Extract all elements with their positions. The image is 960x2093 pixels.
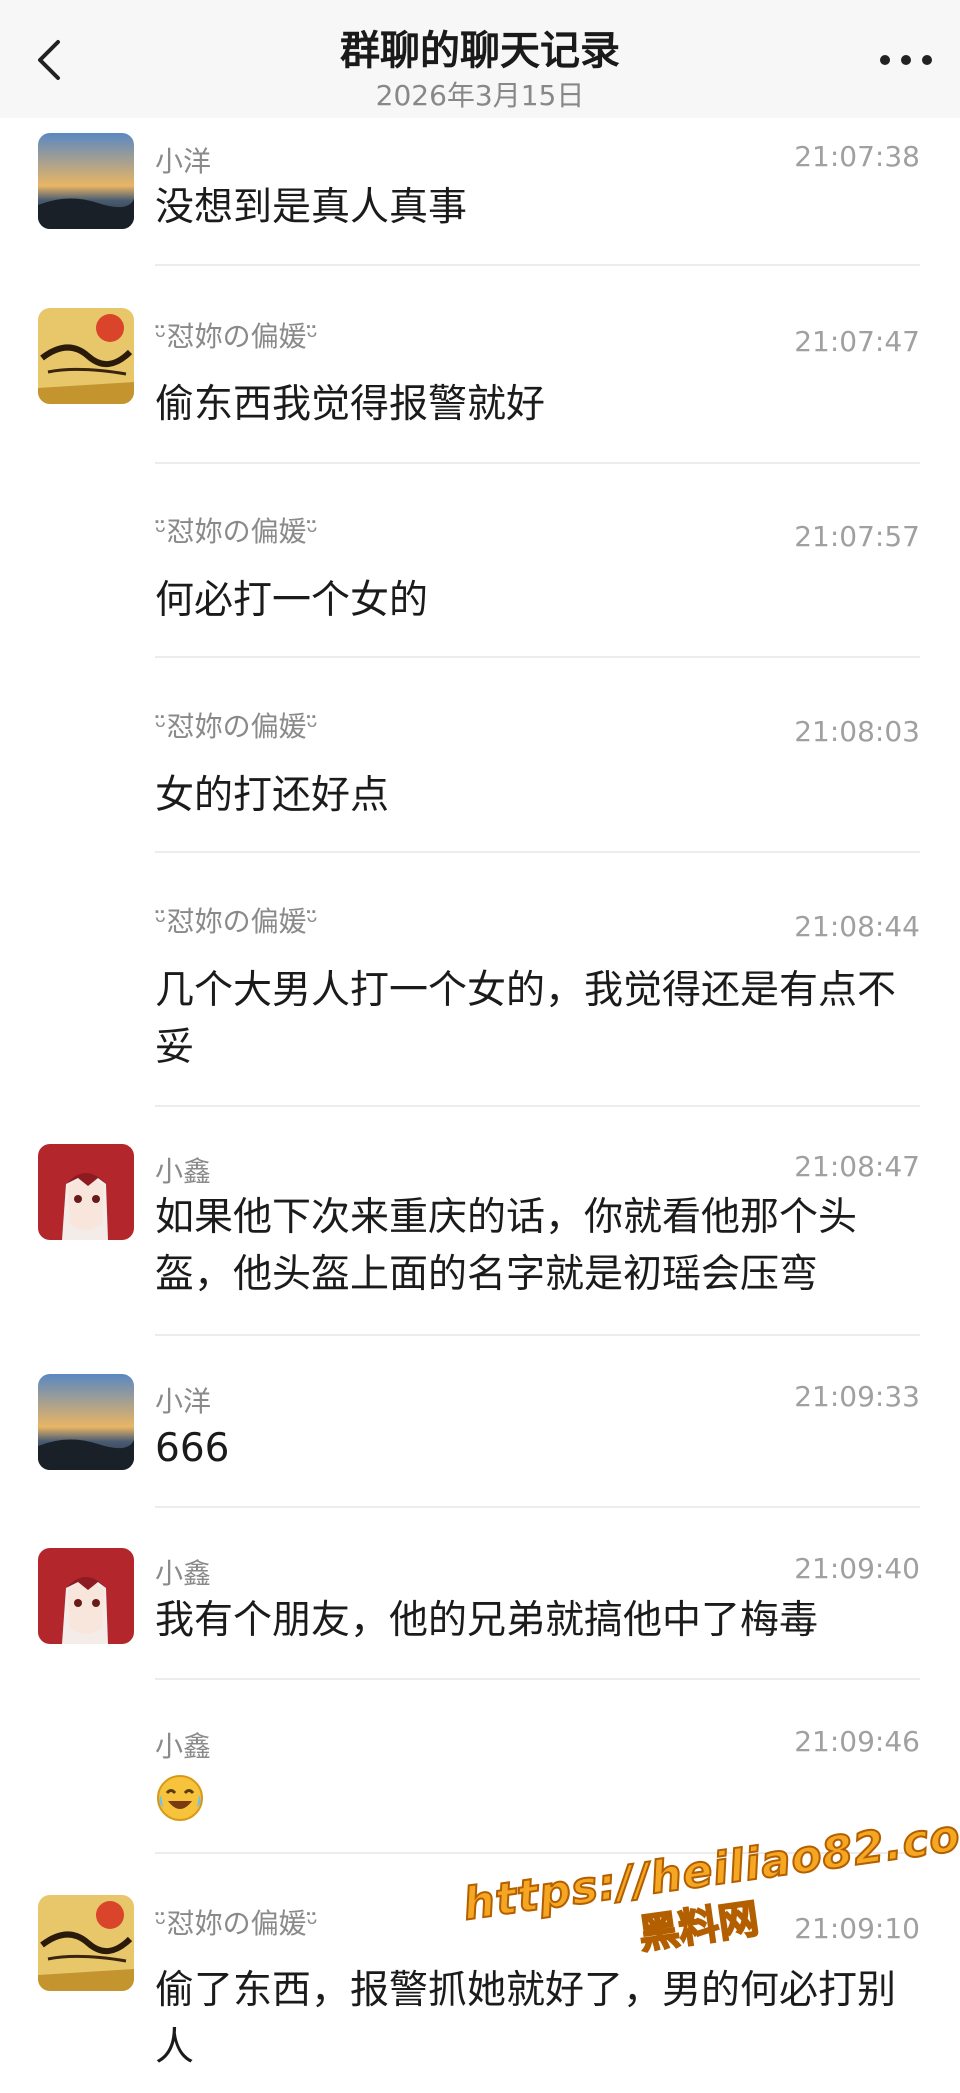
message-time: 21:08:03 xyxy=(794,715,920,748)
message-sender: ᵕ̈怼妳の偏媛ᵕ̈ xyxy=(155,710,319,743)
message-sender: 小鑫 xyxy=(155,1557,212,1590)
avatar-xiaoxin[interactable] xyxy=(38,1144,134,1240)
message-sender: 小洋 xyxy=(155,145,212,178)
avatar-duinipianyuan[interactable] xyxy=(38,1895,134,1991)
page-title: 群聊的聊天记录 xyxy=(340,28,620,74)
avatar-duinipianyuan[interactable] xyxy=(38,308,134,404)
avatar-xiaoxin[interactable] xyxy=(38,1548,134,1644)
more-options-button[interactable] xyxy=(880,48,932,72)
avatar-xiaoyang[interactable] xyxy=(38,133,134,229)
message-text[interactable]: 如果他下次来重庆的话，你就看他那个头盔，他头盔上面的名字就是初瑶会压弯 xyxy=(155,1189,915,1303)
message-sender: 小鑫 xyxy=(155,1155,212,1188)
message-divider xyxy=(155,462,920,464)
message-sender: ᵕ̈怼妳の偏媛ᵕ̈ xyxy=(155,1907,319,1940)
message-time: 21:09:46 xyxy=(794,1725,920,1758)
laughing-crying-emoji-icon[interactable] xyxy=(155,1773,205,1823)
message-divider xyxy=(155,1506,920,1508)
chat-date: 2026年3月15日 xyxy=(375,79,585,112)
message-sender: ᵕ̈怼妳の偏媛ᵕ̈ xyxy=(155,320,319,353)
message-time: 21:08:47 xyxy=(794,1150,920,1183)
message-divider xyxy=(155,1334,920,1336)
message-time: 21:09:33 xyxy=(794,1380,920,1413)
message-time: 21:07:57 xyxy=(794,520,920,553)
message-divider xyxy=(155,851,920,853)
message-divider xyxy=(155,1678,920,1680)
more-dots-icon xyxy=(922,55,932,65)
message-sender: ᵕ̈怼妳の偏媛ᵕ̈ xyxy=(155,515,319,548)
message-text[interactable]: 我有个朋友，他的兄弟就搞他中了梅毒 xyxy=(155,1592,915,1649)
chat-history-header: 群聊的聊天记录 2026年3月15日 xyxy=(0,0,960,118)
message-sender: ᵕ̈怼妳の偏媛ᵕ̈ xyxy=(155,905,319,938)
message-text[interactable]: 何必打一个女的 xyxy=(155,572,915,629)
message-divider xyxy=(155,264,920,266)
message-time: 21:07:47 xyxy=(794,325,920,358)
message-text[interactable]: 几个大男人打一个女的，我觉得还是有点不妥 xyxy=(155,962,915,1076)
message-time: 21:09:40 xyxy=(794,1552,920,1585)
message-sender: 小鑫 xyxy=(155,1730,212,1763)
message-sender: 小洋 xyxy=(155,1385,212,1418)
avatar-xiaoyang[interactable] xyxy=(38,1374,134,1470)
more-dots-icon xyxy=(901,55,911,65)
message-text[interactable]: 女的打还好点 xyxy=(155,767,915,824)
message-divider xyxy=(155,656,920,658)
message-text[interactable]: 666 xyxy=(155,1420,915,1477)
message-time: 21:08:44 xyxy=(794,910,920,943)
message-text[interactable]: 偷东西我觉得报警就好 xyxy=(155,376,915,433)
message-text[interactable]: 没想到是真人真事 xyxy=(155,179,915,236)
message-time: 21:07:38 xyxy=(794,140,920,173)
more-dots-icon xyxy=(880,55,890,65)
message-divider xyxy=(155,1105,920,1107)
